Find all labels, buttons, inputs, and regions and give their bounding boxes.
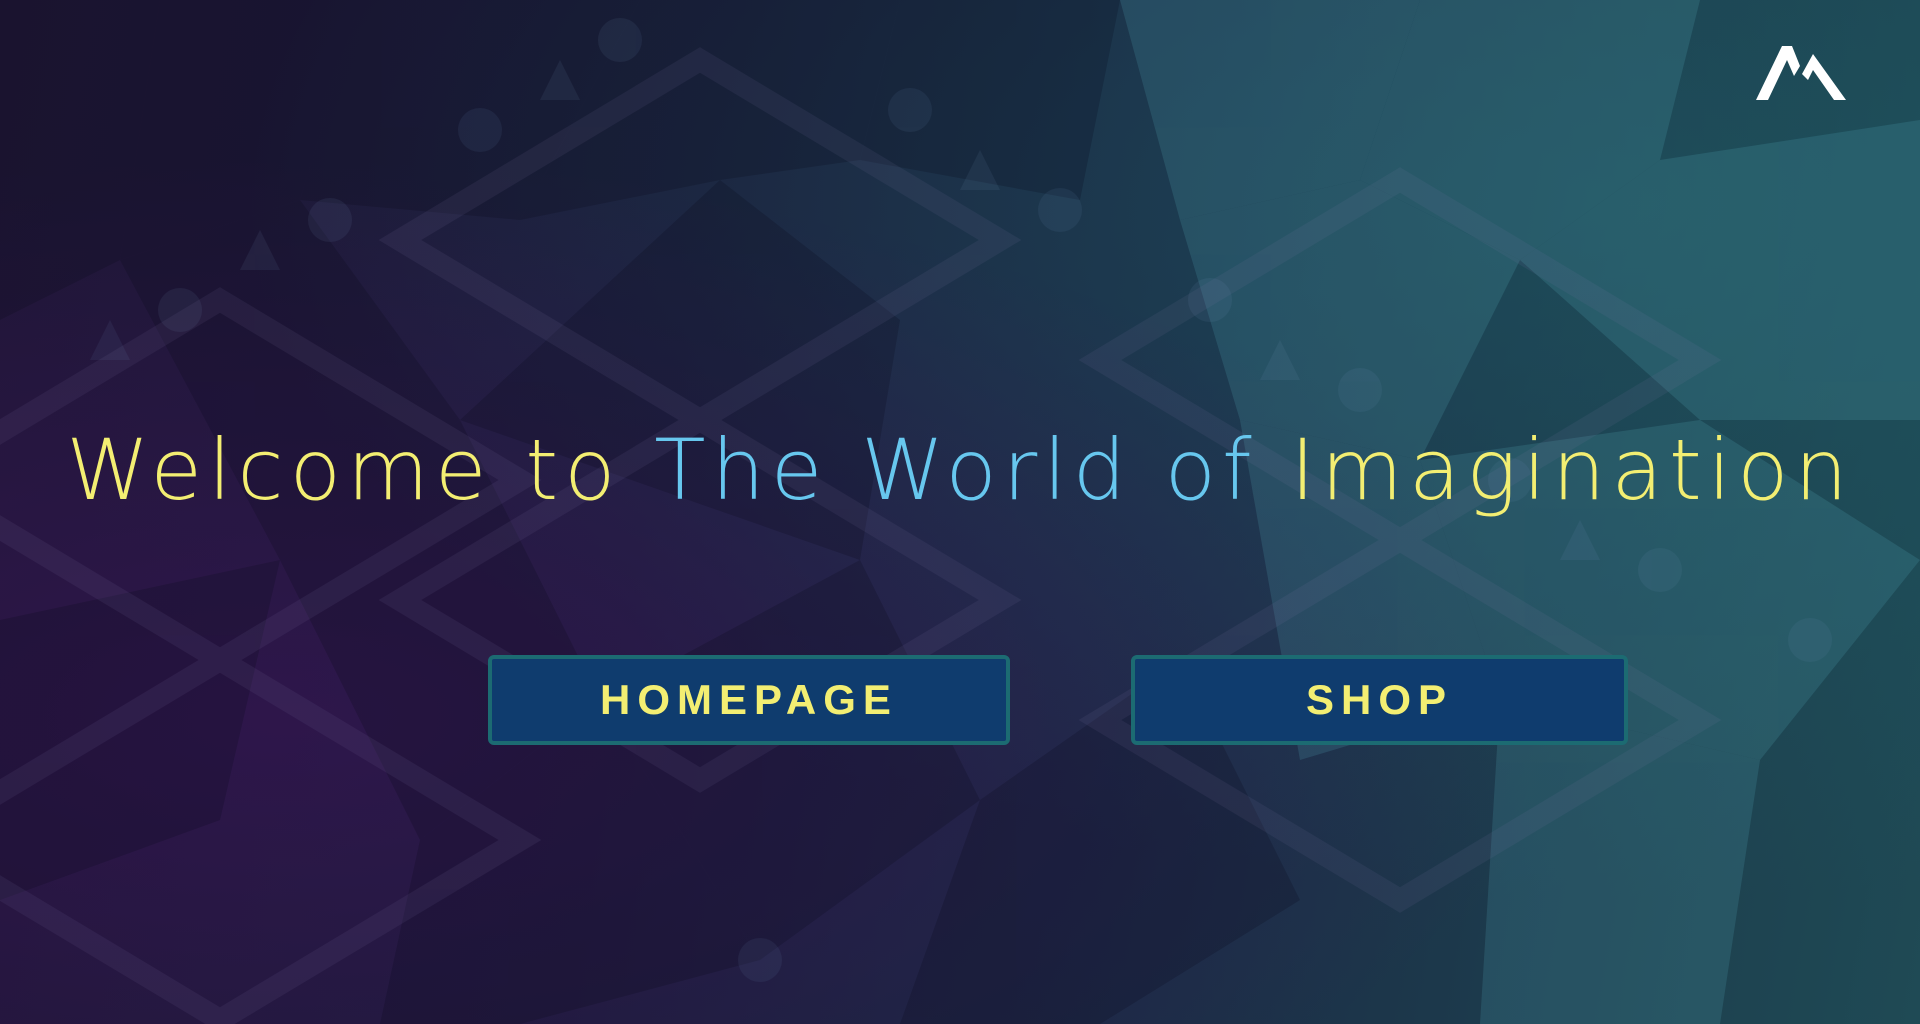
homepage-button-label: HOMEPAGE	[600, 676, 898, 723]
hero-title-part-2: The World of	[654, 421, 1258, 519]
hero-title: Welcome to The World of Imagination	[0, 420, 1920, 520]
homepage-button[interactable]: HOMEPAGE	[488, 655, 1010, 745]
m-logo-icon[interactable]	[1756, 46, 1846, 102]
hero-title-part-1: Welcome to	[66, 421, 655, 519]
shop-button-label: SHOP	[1305, 676, 1454, 723]
hero-title-part-3: Imagination	[1257, 421, 1854, 519]
shop-button[interactable]: SHOP	[1131, 655, 1628, 745]
